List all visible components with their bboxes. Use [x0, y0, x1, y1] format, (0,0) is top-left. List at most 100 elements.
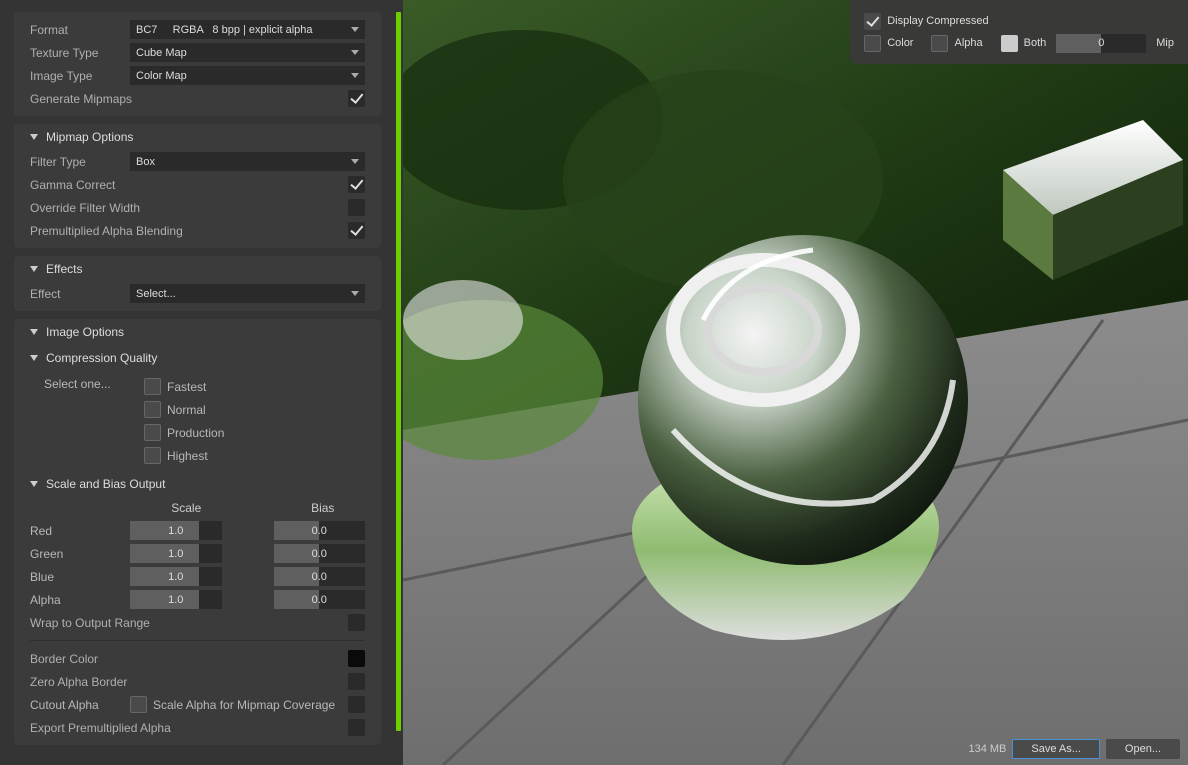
format-label: Format — [30, 23, 130, 37]
generate-mipmaps-label: Generate Mipmaps — [30, 92, 348, 106]
alpha-scale-input[interactable]: 1.0 — [130, 590, 222, 609]
chevron-down-icon — [351, 159, 359, 164]
display-compressed-label: Display Compressed — [887, 15, 988, 27]
compression-header[interactable]: Compression Quality — [14, 345, 381, 371]
wrap-output-label: Wrap to Output Range — [30, 616, 348, 630]
format-dropdown[interactable]: BC7 RGBA 8 bpp | explicit alpha — [130, 20, 365, 39]
mipmap-section: Mipmap Options Filter Type Box Gamma Cor… — [14, 124, 381, 248]
channel-label: Red — [30, 524, 130, 538]
alpha-label: Alpha — [954, 37, 982, 49]
bias-col-label: Bias — [281, 501, 366, 515]
green-bias-input[interactable]: 0.0 — [274, 544, 366, 563]
collapse-icon — [30, 481, 38, 487]
channel-row-blue: Blue 1.0 0.0 — [14, 565, 381, 588]
properties-panel: Format BC7 RGBA 8 bpp | explicit alpha T… — [0, 0, 395, 765]
cutout-alpha-row: Cutout Alpha Scale Alpha for Mipmap Cove… — [14, 693, 381, 716]
chevron-down-icon — [351, 291, 359, 296]
border-color-swatch[interactable] — [348, 650, 365, 667]
premult-row: Premultiplied Alpha Blending — [14, 219, 381, 242]
compression-option-highest[interactable]: Highest — [144, 444, 365, 467]
file-size-label: 134 MB — [968, 743, 1006, 755]
effect-dropdown[interactable]: Select... — [130, 284, 365, 303]
effect-row: Effect Select... — [14, 282, 381, 305]
border-color-label: Border Color — [30, 652, 348, 666]
premult-checkbox[interactable] — [348, 222, 365, 239]
cutout-alpha-checkbox[interactable] — [348, 696, 365, 713]
color-label: Color — [887, 37, 913, 49]
color-checkbox[interactable] — [864, 35, 881, 52]
red-bias-input[interactable]: 0.0 — [274, 521, 366, 540]
compression-options: Select one... Fastest Normal Production … — [14, 371, 381, 471]
mipmap-header[interactable]: Mipmap Options — [14, 124, 381, 150]
preview-scene — [403, 0, 1188, 765]
wrap-output-checkbox[interactable] — [348, 614, 365, 631]
texture-type-label: Texture Type — [30, 46, 130, 60]
radio-icon[interactable] — [144, 378, 161, 395]
channel-label: Green — [30, 547, 130, 561]
scale-col-label: Scale — [144, 501, 229, 515]
collapse-icon — [30, 329, 38, 335]
zero-alpha-row: Zero Alpha Border — [14, 670, 381, 693]
gamma-correct-row: Gamma Correct — [14, 173, 381, 196]
format-row: Format BC7 RGBA 8 bpp | explicit alpha — [14, 18, 381, 41]
image-type-label: Image Type — [30, 69, 130, 83]
display-compressed-checkbox[interactable] — [864, 13, 881, 30]
channel-label: Alpha — [30, 593, 130, 607]
radio-icon[interactable] — [144, 401, 161, 418]
effects-header[interactable]: Effects — [14, 256, 381, 282]
gamma-correct-label: Gamma Correct — [30, 178, 348, 192]
image-options-header[interactable]: Image Options — [14, 319, 381, 345]
display-options-panel: Display Compressed Color Alpha Both 0 Mi… — [850, 0, 1188, 64]
channel-label: Blue — [30, 570, 130, 584]
compression-option-production[interactable]: Production — [144, 421, 365, 444]
red-scale-input[interactable]: 1.0 — [130, 521, 222, 540]
alpha-checkbox[interactable] — [931, 35, 948, 52]
save-as-button[interactable]: Save As... — [1012, 739, 1100, 759]
compression-option-normal[interactable]: Normal — [144, 398, 365, 421]
alpha-bias-input[interactable]: 0.0 — [274, 590, 366, 609]
image-type-dropdown[interactable]: Color Map — [130, 66, 365, 85]
blue-scale-input[interactable]: 1.0 — [130, 567, 222, 586]
zero-alpha-label: Zero Alpha Border — [30, 675, 348, 689]
generate-mipmaps-checkbox[interactable] — [348, 90, 365, 107]
wrap-output-row: Wrap to Output Range — [14, 611, 381, 634]
chevron-down-icon — [351, 50, 359, 55]
bottom-action-bar: 134 MB Save As... Open... — [968, 739, 1180, 759]
channel-row-red: Red 1.0 0.0 — [14, 519, 381, 542]
both-checkbox[interactable] — [1001, 35, 1018, 52]
gamma-correct-checkbox[interactable] — [348, 176, 365, 193]
scale-alpha-coverage-label: Scale Alpha for Mipmap Coverage — [153, 698, 335, 712]
chevron-down-icon — [351, 73, 359, 78]
texture-type-dropdown[interactable]: Cube Map — [130, 43, 365, 62]
override-filter-checkbox[interactable] — [348, 199, 365, 216]
texture-type-row: Texture Type Cube Map — [14, 41, 381, 64]
channel-toggle-row: Color Alpha Both 0 Mip — [864, 32, 1174, 54]
scale-bias-header[interactable]: Scale and Bias Output — [14, 471, 381, 497]
splitter-handle[interactable] — [395, 0, 403, 765]
compression-option-fastest[interactable]: Fastest — [144, 375, 365, 398]
display-compressed-row: Display Compressed — [864, 10, 1174, 32]
open-button[interactable]: Open... — [1106, 739, 1180, 759]
radio-icon[interactable] — [144, 424, 161, 441]
scale-alpha-coverage-checkbox[interactable] — [130, 696, 147, 713]
chevron-down-icon — [351, 27, 359, 32]
override-filter-row: Override Filter Width — [14, 196, 381, 219]
mip-label: Mip — [1156, 37, 1174, 49]
blue-bias-input[interactable]: 0.0 — [274, 567, 366, 586]
export-premult-label: Export Premultiplied Alpha — [30, 721, 348, 735]
collapse-icon — [30, 266, 38, 272]
zero-alpha-checkbox[interactable] — [348, 673, 365, 690]
effects-section: Effects Effect Select... — [14, 256, 381, 311]
effect-label: Effect — [30, 287, 130, 301]
override-filter-label: Override Filter Width — [30, 201, 348, 215]
green-scale-input[interactable]: 1.0 — [130, 544, 222, 563]
generate-mipmaps-row: Generate Mipmaps — [14, 87, 381, 110]
filter-type-dropdown[interactable]: Box — [130, 152, 365, 171]
mip-level-input[interactable]: 0 — [1056, 34, 1146, 53]
scale-bias-columns: Scale Bias — [14, 497, 381, 519]
preview-viewport[interactable]: Display Compressed Color Alpha Both 0 Mi… — [403, 0, 1188, 765]
channel-row-alpha: Alpha 1.0 0.0 — [14, 588, 381, 611]
export-premult-checkbox[interactable] — [348, 719, 365, 736]
radio-icon[interactable] — [144, 447, 161, 464]
export-premult-row: Export Premultiplied Alpha — [14, 716, 381, 739]
